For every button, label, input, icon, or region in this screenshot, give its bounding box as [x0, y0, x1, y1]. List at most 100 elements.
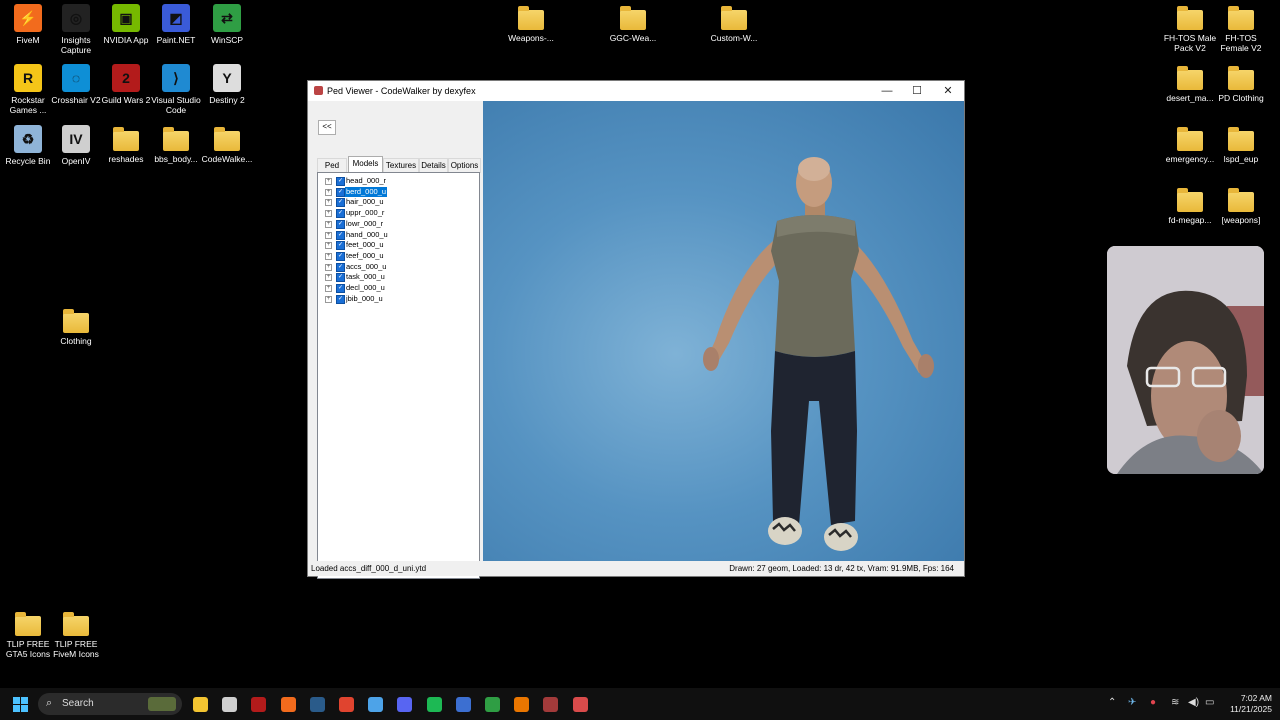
search-placeholder: Search: [62, 698, 94, 709]
3d-viewport[interactable]: [483, 101, 964, 561]
volume-icon[interactable]: ◀): [1188, 697, 1199, 708]
tray-app-icon[interactable]: ✈: [1128, 697, 1136, 708]
minimize-button[interactable]: —: [872, 81, 902, 101]
expand-icon[interactable]: +: [325, 263, 332, 271]
desktop-icon[interactable]: ⇄ WinSCP: [199, 4, 255, 45]
winscp-icon[interactable]: [485, 697, 500, 712]
clock[interactable]: 7:02 AM 11/21/2025: [1222, 693, 1272, 715]
expand-icon[interactable]: +: [325, 242, 332, 250]
expand-icon[interactable]: +: [325, 188, 332, 196]
tab-textures[interactable]: Textures: [383, 158, 419, 173]
expand-icon[interactable]: +: [325, 295, 332, 303]
webcam-overlay: [1107, 246, 1264, 474]
desktop-icon[interactable]: desert_ma...: [1162, 64, 1218, 103]
desktop-icon[interactable]: lspd_eup: [1213, 125, 1269, 164]
blender-icon[interactable]: [514, 697, 530, 712]
folder-icon: [1177, 6, 1203, 30]
tree-item-checkbox[interactable]: ✓: [336, 241, 345, 251]
wolf-app-icon[interactable]: [222, 697, 238, 712]
desktop-icon[interactable]: Y Destiny 2: [199, 64, 255, 105]
tree-item-checkbox[interactable]: ✓: [336, 219, 345, 229]
desktop-icon-label: PD Clothing: [1218, 93, 1264, 103]
wifi-icon[interactable]: ≋: [1171, 697, 1179, 708]
fivem-icon[interactable]: [280, 697, 296, 712]
spotify-icon[interactable]: [426, 697, 442, 712]
desktop-icon[interactable]: ⟩ Visual Studio Code: [148, 64, 204, 115]
expand-icon[interactable]: +: [325, 252, 332, 260]
expand-icon[interactable]: +: [325, 274, 332, 282]
desktop-icon[interactable]: ◎ Insights Capture: [48, 4, 104, 55]
tree-item-checkbox[interactable]: ✓: [336, 177, 345, 186]
desktop-icon[interactable]: ◌ Crosshair V2: [48, 64, 104, 105]
tree-item-checkbox[interactable]: ✓: [336, 209, 345, 219]
desktop-icon[interactable]: fd-megap...: [1162, 186, 1218, 225]
tree-item-label: hand_000_u: [346, 229, 388, 239]
close-button[interactable]: ✕: [933, 81, 963, 101]
side-panel: << Ped Models Textures Details Options + ✓ hea…: [308, 109, 483, 579]
desktop-icon[interactable]: emergency...: [1162, 125, 1218, 164]
folder-icon: [1177, 66, 1203, 90]
codewalker-icon[interactable]: [572, 697, 588, 712]
archive-icon[interactable]: [543, 697, 559, 712]
desktop-icon[interactable]: GGC-Wea...: [605, 4, 661, 43]
tree-item-checkbox[interactable]: ✓: [336, 198, 345, 208]
model-tree[interactable]: + ✓ head_000_r + ✓ berd_000_u + ✓ hair_000_u + ✓ up…: [317, 172, 480, 579]
tab-models[interactable]: Models: [348, 156, 383, 173]
desktop-icon[interactable]: FH-TOS Male Pack V2: [1162, 4, 1218, 53]
tree-item-checkbox[interactable]: ✓: [336, 284, 345, 293]
tree-item-checkbox[interactable]: ✓: [336, 251, 345, 261]
desktop-icon[interactable]: reshades: [98, 125, 154, 164]
folder-icon: [214, 127, 240, 151]
expand-icon[interactable]: +: [325, 220, 332, 228]
desktop-icon[interactable]: Custom-W...: [706, 4, 762, 43]
tray-overflow-icon[interactable]: ⌃: [1108, 697, 1116, 708]
tree-item-checkbox[interactable]: ✓: [336, 230, 345, 240]
taskbar: ⌕ Search ⌃ ✈ ● ≋ ◀) ▭ 7:02 AM 11/21/2025: [0, 688, 1280, 720]
recycle-bin-icon: ♻: [14, 125, 42, 153]
desktop-icon[interactable]: CodeWalke...: [199, 125, 255, 164]
desktop-icon[interactable]: PD Clothing: [1213, 64, 1269, 103]
start-button[interactable]: [13, 697, 28, 712]
desktop-icon[interactable]: FH-TOS Female V2: [1213, 4, 1269, 53]
expand-icon[interactable]: +: [325, 285, 332, 292]
desktop-icon[interactable]: bbs_body...: [148, 125, 204, 164]
model-viewer-icon[interactable]: [455, 697, 471, 712]
desktop-icon[interactable]: [weapons]: [1213, 186, 1269, 225]
file-explorer-icon[interactable]: [193, 697, 208, 712]
tree-item-checkbox[interactable]: ✓: [336, 187, 345, 197]
expand-icon[interactable]: +: [325, 231, 332, 239]
steam-icon[interactable]: [309, 697, 325, 712]
tab-ped[interactable]: Ped: [317, 158, 347, 173]
expand-icon[interactable]: +: [325, 178, 332, 185]
chrome-icon[interactable]: [339, 697, 354, 712]
ped-viewer-window[interactable]: Ped Viewer - CodeWalker by dexyfex — ☐ ✕…: [307, 80, 965, 579]
folder-icon: [620, 6, 646, 30]
microphone-icon[interactable]: ●: [1150, 697, 1156, 708]
maximize-button[interactable]: ☐: [902, 81, 932, 101]
tree-item-checkbox[interactable]: ✓: [336, 273, 345, 283]
desktop-icon[interactable]: Clothing: [48, 307, 104, 346]
desktop-icon-label: NVIDIA App: [103, 35, 149, 45]
discord-icon[interactable]: [397, 697, 413, 712]
title-bar[interactable]: Ped Viewer - CodeWalker by dexyfex — ☐ ✕: [308, 81, 964, 101]
tree-item-checkbox[interactable]: ✓: [336, 294, 345, 304]
taskbar-search[interactable]: ⌕ Search: [38, 693, 182, 715]
notepad-icon[interactable]: [368, 697, 384, 712]
desktop-icon-label: emergency...: [1165, 154, 1215, 164]
desktop-icon[interactable]: IV OpenIV: [48, 125, 104, 166]
desktop-icon[interactable]: Weapons-...: [503, 4, 559, 43]
battery-icon[interactable]: ▭: [1205, 697, 1214, 708]
collapse-panel-button[interactable]: <<: [318, 120, 336, 135]
expand-icon[interactable]: +: [325, 210, 332, 218]
tree-item-label: berd_000_u: [345, 186, 388, 197]
tree-item-label: jbib_000_u: [346, 293, 383, 303]
expand-icon[interactable]: +: [325, 199, 332, 207]
desktop-icon[interactable]: TLIP FREE FiveM Icons: [48, 610, 104, 659]
guildwars-icon[interactable]: [251, 697, 267, 712]
tab-details[interactable]: Details: [419, 158, 448, 173]
tab-options[interactable]: Options: [448, 158, 481, 173]
desktop-icon[interactable]: 2 Guild Wars 2: [98, 64, 154, 105]
desktop-icon[interactable]: ◩ Paint.NET: [148, 4, 204, 45]
desktop-icon[interactable]: ▣ NVIDIA App: [98, 4, 154, 45]
tree-item-checkbox[interactable]: ✓: [336, 262, 345, 272]
